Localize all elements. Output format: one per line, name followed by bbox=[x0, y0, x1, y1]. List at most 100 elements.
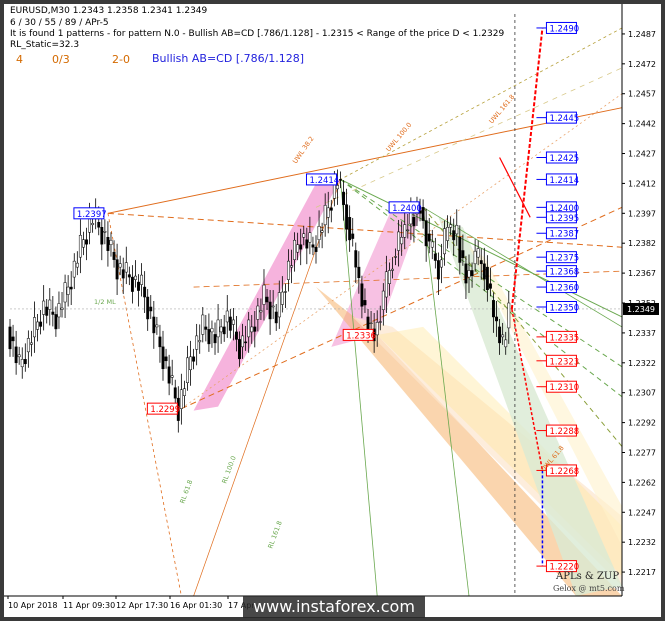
candle-body bbox=[464, 263, 468, 284]
y-tick-label: 1.2397 bbox=[628, 209, 656, 218]
candle-body bbox=[421, 207, 425, 221]
candle-body bbox=[219, 326, 223, 333]
candle-body bbox=[134, 275, 137, 280]
candle-body bbox=[213, 334, 217, 344]
candle-body bbox=[158, 336, 162, 348]
fib-label: UWL 38.2 bbox=[291, 135, 316, 165]
stat-b: 0/3 bbox=[52, 53, 70, 66]
candle-body bbox=[195, 335, 199, 350]
candle-body bbox=[280, 291, 284, 305]
price-level-label-2: 1.2425 bbox=[549, 154, 579, 164]
price-level-label-13: 1.2310 bbox=[549, 383, 579, 393]
candle-body bbox=[394, 256, 398, 258]
x-tick-label: 12 Apr 17:30 bbox=[116, 601, 168, 610]
candle-body bbox=[189, 356, 192, 371]
candle-body bbox=[256, 305, 260, 320]
candle-body bbox=[302, 233, 306, 238]
candle-body bbox=[231, 319, 235, 325]
y-tick-label: 1.2337 bbox=[628, 329, 656, 338]
candle-body bbox=[182, 388, 186, 396]
candle-body bbox=[130, 276, 134, 292]
candle-body bbox=[271, 305, 275, 308]
candle-body bbox=[204, 326, 208, 330]
candle-body bbox=[241, 335, 245, 348]
y-tick-label: 1.2487 bbox=[628, 30, 656, 39]
candle-body bbox=[387, 270, 391, 284]
candle-body bbox=[149, 306, 153, 312]
orange-fib-line-1 bbox=[107, 212, 623, 248]
candle-body bbox=[234, 331, 238, 340]
candle-body bbox=[97, 222, 101, 228]
candle-body bbox=[400, 236, 404, 245]
y-tick-label: 1.2217 bbox=[628, 568, 656, 577]
candle-body bbox=[60, 307, 64, 310]
candle-body bbox=[66, 286, 70, 295]
price-chart[interactable]: 1.2490 1.2445 1.2425 1.2414 1.2400 1.2395 1.23… bbox=[4, 4, 661, 617]
candle-body bbox=[363, 300, 367, 306]
price-level-label-1: 1.2445 bbox=[549, 114, 579, 124]
candle-body bbox=[443, 228, 446, 255]
candle-body bbox=[384, 271, 388, 298]
candle-body bbox=[320, 230, 324, 233]
candle-body bbox=[378, 321, 382, 323]
candle-body bbox=[109, 239, 113, 245]
candle-body bbox=[339, 179, 342, 181]
y-tick-label: 1.2382 bbox=[628, 239, 656, 248]
candle-body bbox=[277, 292, 281, 318]
y-tick-label: 1.2442 bbox=[628, 120, 656, 129]
stat-c: 2-0 bbox=[112, 53, 130, 66]
candle-body bbox=[210, 328, 214, 333]
brand-name: APLs & ZUP bbox=[556, 571, 620, 582]
candle-body bbox=[250, 326, 254, 333]
candle-body bbox=[57, 303, 61, 318]
candle-body bbox=[103, 231, 107, 233]
candle-body bbox=[8, 326, 12, 350]
rl-static-text: RL_Static=32.3 bbox=[10, 40, 80, 50]
candle-body bbox=[39, 321, 43, 327]
candle-body bbox=[351, 233, 355, 239]
candle-body bbox=[507, 302, 511, 329]
candle-body bbox=[488, 283, 492, 289]
candle-body bbox=[427, 233, 431, 242]
olive-line-top bbox=[340, 27, 623, 180]
candle-body bbox=[290, 265, 293, 268]
y-tick-label: 1.2427 bbox=[628, 150, 656, 159]
candle-body bbox=[406, 229, 410, 231]
candle-body bbox=[308, 232, 312, 243]
candle-body bbox=[170, 375, 174, 378]
fib-label: UWL 161.8 bbox=[487, 93, 516, 125]
candle-body bbox=[115, 259, 119, 280]
candle-body bbox=[293, 239, 297, 260]
candle-body bbox=[207, 329, 211, 345]
candle-body bbox=[397, 231, 401, 251]
candle-body bbox=[498, 326, 502, 344]
candle-body bbox=[216, 319, 220, 338]
y-tick-label: 1.2307 bbox=[628, 389, 656, 398]
price-level-label-12: 1.2323 bbox=[549, 357, 579, 367]
fib-label: RL 161.8 bbox=[266, 520, 283, 550]
candle-body bbox=[430, 241, 434, 248]
candle-body bbox=[48, 299, 52, 310]
candle-body bbox=[323, 205, 327, 226]
candle-body bbox=[375, 322, 379, 336]
price-level-label-8: 1.2368 bbox=[549, 268, 579, 278]
price-level-label-10: 1.2350 bbox=[549, 303, 579, 313]
candle-body bbox=[186, 357, 189, 383]
y-tick-label: 1.2232 bbox=[628, 538, 656, 547]
candle-body bbox=[75, 262, 79, 268]
candle-body bbox=[317, 226, 321, 240]
candle-body bbox=[345, 204, 349, 230]
candle-body bbox=[283, 291, 287, 293]
y-tick-label: 1.2367 bbox=[628, 269, 656, 278]
candle-body bbox=[501, 334, 505, 338]
candle-body bbox=[247, 319, 251, 338]
orange-trendline-top bbox=[107, 107, 623, 214]
price-level-label-6: 1.2387 bbox=[549, 230, 579, 240]
candle-body bbox=[155, 324, 159, 328]
y-tick-label: 1.2277 bbox=[628, 448, 656, 457]
candle-body bbox=[268, 301, 272, 320]
brand-sub: Gelox @ mt5.com bbox=[553, 584, 625, 593]
x-tick-label: 11 Apr 09:30 bbox=[63, 601, 115, 610]
candle-body bbox=[69, 286, 73, 290]
y-tick-label: 1.2472 bbox=[628, 60, 656, 69]
